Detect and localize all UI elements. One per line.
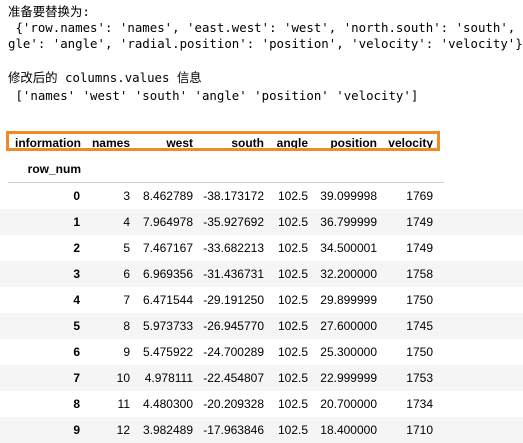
- table-row: 4 7 6.471544 -29.191250 102.5 29.899999 1750: [0, 287, 523, 313]
- cell-names: 5: [123, 241, 130, 255]
- cell-angle: 102.5: [277, 345, 308, 359]
- cell-position: 39.099998: [320, 189, 377, 203]
- cell-velocity: 1749: [406, 215, 433, 229]
- cell-west: 6.471544: [142, 293, 193, 307]
- cell-velocity: 1745: [406, 319, 433, 333]
- cell-velocity: 1769: [406, 189, 433, 203]
- output-line-3: gle': 'angle', 'radial.position': 'posit…: [8, 36, 523, 51]
- cell-angle: 102.5: [277, 189, 308, 203]
- cell-position: 18.400000: [320, 423, 377, 437]
- cell-angle: 102.5: [277, 423, 308, 437]
- cell-names: 7: [123, 293, 130, 307]
- cell-names: 11: [117, 397, 130, 411]
- table-row: 3 6 6.969356 -31.436731 102.5 32.200000 1758: [0, 261, 523, 287]
- table-row: 9 12 3.982489 -17.963846 102.5 18.400000 1710: [0, 417, 523, 443]
- cell-west: 4.978111: [144, 371, 193, 385]
- cell-position: 34.500001: [320, 241, 377, 255]
- cell-names: 4: [123, 215, 130, 229]
- row-index: 2: [73, 241, 80, 255]
- header-highlight-box: [6, 131, 440, 151]
- cell-angle: 102.5: [277, 215, 308, 229]
- cell-south: -29.191250: [203, 293, 264, 307]
- output-line-5: ['names' 'west' 'south' 'angle' 'positio…: [8, 88, 419, 103]
- row-index: 3: [73, 267, 80, 281]
- cell-velocity: 1758: [406, 267, 433, 281]
- cell-velocity: 1749: [406, 241, 433, 255]
- table-row: 8 11 4.480300 -20.209328 102.5 20.700000 1734: [0, 391, 523, 417]
- row-index: 9: [73, 423, 80, 437]
- cell-south: -24.700289: [203, 345, 264, 359]
- cell-velocity: 1753: [406, 371, 433, 385]
- table-row: 0 3 8.462789 -38.173172 102.5 39.099998 1769: [0, 183, 523, 209]
- cell-angle: 102.5: [277, 371, 308, 385]
- cell-south: -31.436731: [203, 267, 264, 281]
- row-index: 8: [73, 397, 80, 411]
- cell-position: 32.200000: [320, 267, 377, 281]
- table-row: 5 8 5.973733 -26.945770 102.5 27.600000 1745: [0, 313, 523, 339]
- cell-south: -22.454807: [203, 371, 264, 385]
- cell-west: 4.480300: [142, 397, 193, 411]
- cell-south: -35.927692: [203, 215, 264, 229]
- cell-names: 3: [123, 189, 130, 203]
- cell-names: 6: [123, 267, 130, 281]
- cell-position: 29.899999: [320, 293, 377, 307]
- cell-names: 9: [123, 345, 130, 359]
- cell-position: 27.600000: [320, 319, 377, 333]
- cell-position: 20.700000: [320, 397, 377, 411]
- cell-velocity: 1710: [406, 423, 433, 437]
- table-row: 1 4 7.964978 -35.927692 102.5 36.799999 1749: [0, 209, 523, 235]
- cell-angle: 102.5: [277, 397, 308, 411]
- cell-angle: 102.5: [277, 319, 308, 333]
- cell-west: 7.964978: [142, 215, 193, 229]
- table-row: 2 5 7.467167 -33.682213 102.5 34.500001 1749: [0, 235, 523, 261]
- cell-south: -26.945770: [203, 319, 264, 333]
- row-index: 1: [73, 215, 80, 229]
- cell-angle: 102.5: [277, 241, 308, 255]
- cell-south: -33.682213: [203, 241, 264, 255]
- cell-velocity: 1750: [406, 293, 433, 307]
- index-name-row: row_num: [0, 156, 523, 182]
- cell-position: 36.799999: [320, 215, 377, 229]
- cell-west: 3.982489: [142, 423, 193, 437]
- cell-velocity: 1750: [406, 345, 433, 359]
- cell-names: 12: [116, 423, 130, 437]
- row-index: 7: [73, 371, 80, 385]
- cell-south: -17.963846: [203, 423, 264, 437]
- cell-west: 8.462789: [142, 189, 193, 203]
- output-line-2: {'row.names': 'names', 'east.west': 'wes…: [8, 20, 523, 35]
- cell-west: 5.973733: [142, 319, 193, 333]
- cell-velocity: 1734: [406, 397, 433, 411]
- output-line-4: 修改后的 columns.values 信息: [8, 70, 202, 85]
- cell-west: 7.467167: [142, 241, 193, 255]
- table-row: 7 10 4.978111 -22.454807 102.5 22.999999 1753: [0, 365, 523, 391]
- index-name: row_num: [27, 162, 81, 176]
- row-index: 4: [73, 293, 80, 307]
- row-index: 0: [73, 189, 80, 203]
- cell-names: 10: [116, 371, 130, 385]
- table-row: 6 9 5.475922 -24.700289 102.5 25.300000 1750: [0, 339, 523, 365]
- row-index: 6: [73, 345, 80, 359]
- cell-names: 8: [123, 319, 130, 333]
- cell-west: 6.969356: [142, 267, 193, 281]
- cell-south: -38.173172: [203, 189, 264, 203]
- row-index: 5: [73, 319, 80, 333]
- cell-angle: 102.5: [277, 267, 308, 281]
- output-line-1: 准备要替换为:: [8, 4, 90, 19]
- cell-angle: 102.5: [277, 293, 308, 307]
- cell-position: 22.999999: [320, 371, 377, 385]
- cell-west: 5.475922: [142, 345, 193, 359]
- cell-south: -20.209328: [203, 397, 264, 411]
- cell-position: 25.300000: [320, 345, 377, 359]
